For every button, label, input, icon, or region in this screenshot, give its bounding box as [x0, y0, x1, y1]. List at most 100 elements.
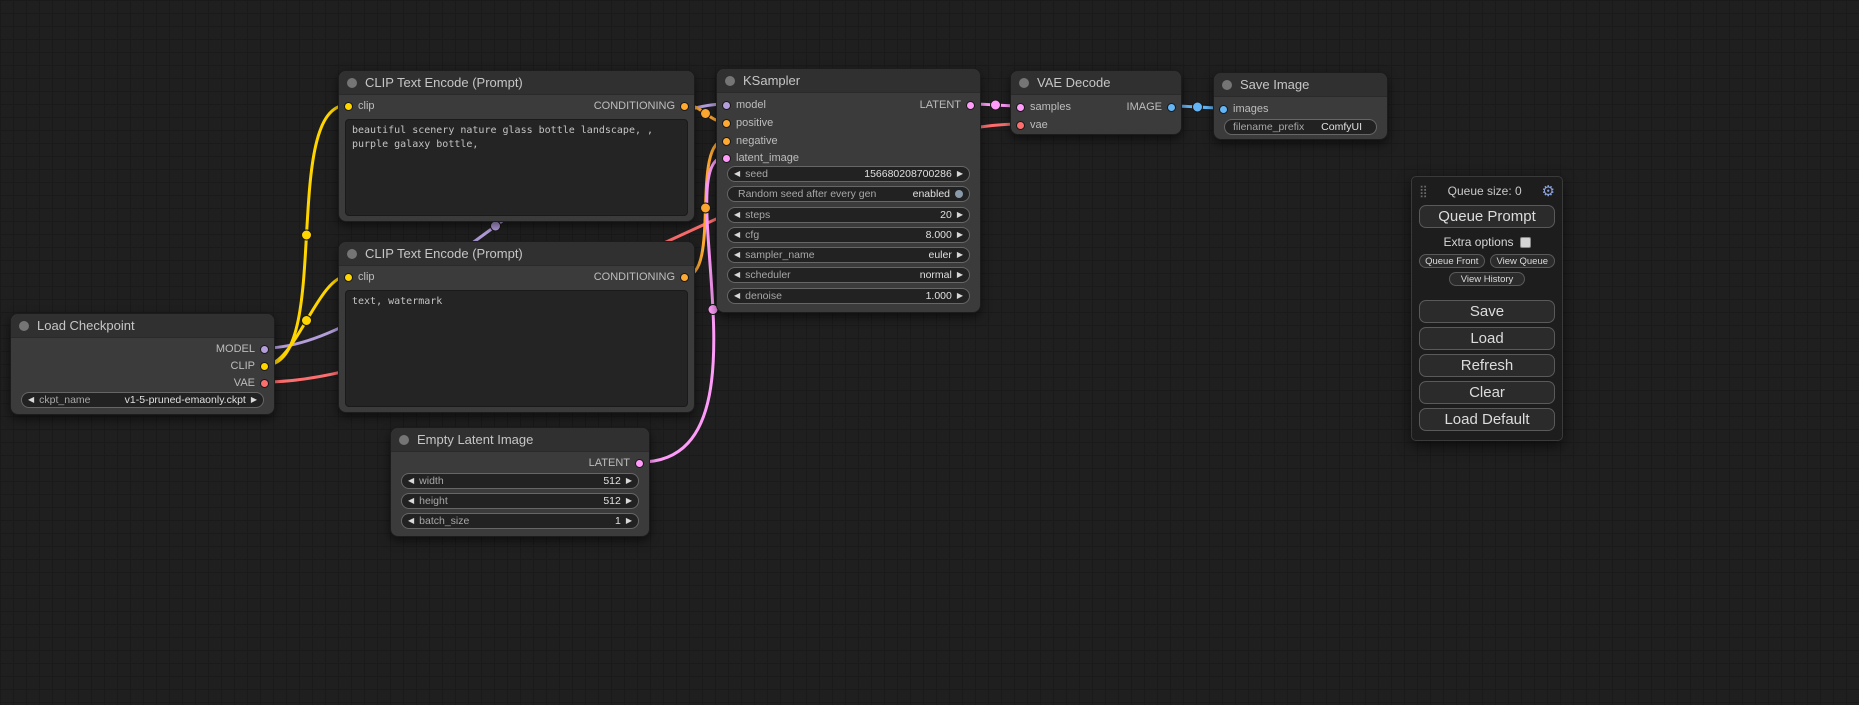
- prompt-textarea[interactable]: text, watermark: [345, 290, 688, 407]
- view-queue-button[interactable]: View Queue: [1490, 254, 1556, 268]
- denoise-widget[interactable]: ◀ denoise 1.000 ▶: [727, 288, 970, 304]
- decrement-arrow-icon[interactable]: ◀: [734, 251, 740, 259]
- node-titlebar[interactable]: VAE Decode: [1011, 71, 1181, 95]
- node-titlebar[interactable]: Save Image: [1214, 73, 1387, 97]
- collapse-dot-icon[interactable]: [347, 78, 357, 88]
- collapse-dot-icon[interactable]: [1019, 78, 1029, 88]
- sampler-name-widget[interactable]: ◀ sampler_name euler ▶: [727, 247, 970, 263]
- widget-value: normal: [920, 269, 952, 281]
- samples-input-dot[interactable]: [1016, 103, 1025, 112]
- collapse-dot-icon[interactable]: [399, 435, 409, 445]
- decrement-arrow-icon[interactable]: ◀: [734, 170, 740, 178]
- collapse-dot-icon[interactable]: [19, 321, 29, 331]
- load-default-button[interactable]: Load Default: [1419, 408, 1555, 431]
- widget-value: 20: [940, 209, 952, 221]
- widget-name: batch_size: [419, 515, 469, 527]
- model-input-dot[interactable]: [722, 101, 731, 110]
- refresh-button[interactable]: Refresh: [1419, 354, 1555, 377]
- latent-output-dot[interactable]: [635, 459, 644, 468]
- decrement-arrow-icon[interactable]: ◀: [408, 477, 414, 485]
- prompt-textarea[interactable]: beautiful scenery nature glass bottle la…: [345, 119, 688, 216]
- node-titlebar[interactable]: Empty Latent Image: [391, 428, 649, 452]
- slot-label: clip: [358, 271, 375, 283]
- clear-button[interactable]: Clear: [1419, 381, 1555, 404]
- conditioning-output-dot[interactable]: [680, 102, 689, 111]
- node-titlebar[interactable]: CLIP Text Encode (Prompt): [339, 71, 694, 95]
- scheduler-widget[interactable]: ◀ scheduler normal ▶: [727, 267, 970, 283]
- increment-arrow-icon[interactable]: ▶: [251, 396, 257, 404]
- drag-handle-icon[interactable]: ⣿: [1419, 184, 1428, 198]
- extra-options-checkbox[interactable]: [1520, 237, 1531, 248]
- conditioning-output-dot[interactable]: [680, 273, 689, 282]
- comfyui-canvas[interactable]: { "menu": { "queue_size": "Queue size: 0…: [0, 0, 1859, 705]
- clip-input-dot[interactable]: [344, 102, 353, 111]
- images-input-dot[interactable]: [1219, 105, 1228, 114]
- collapse-dot-icon[interactable]: [347, 249, 357, 259]
- widget-value: 512: [603, 475, 621, 487]
- node-title: Save Image: [1240, 77, 1309, 92]
- decrement-arrow-icon[interactable]: ◀: [734, 211, 740, 219]
- image-output-dot[interactable]: [1167, 103, 1176, 112]
- node-clip-text-encode-positive[interactable]: CLIP Text Encode (Prompt) clip CONDITION…: [338, 70, 695, 222]
- decrement-arrow-icon[interactable]: ◀: [734, 271, 740, 279]
- widget-name: seed: [745, 168, 768, 180]
- slot-label: negative: [736, 135, 778, 147]
- filename-prefix-widget[interactable]: filename_prefix ComfyUI: [1224, 119, 1377, 135]
- view-history-button[interactable]: View History: [1449, 272, 1525, 286]
- slot-label: samples: [1030, 101, 1071, 113]
- node-titlebar[interactable]: KSampler: [717, 69, 980, 93]
- decrement-arrow-icon[interactable]: ◀: [408, 517, 414, 525]
- node-vae-decode[interactable]: VAE Decode samples vae IMAGE: [1010, 70, 1182, 135]
- clip-slot-dot[interactable]: [260, 362, 269, 371]
- ckpt-name-widget[interactable]: ◀ ckpt_name v1-5-pruned-emaonly.ckpt ▶: [21, 392, 264, 408]
- settings-gear-icon[interactable]: ⚙: [1542, 182, 1555, 200]
- batch-size-widget[interactable]: ◀ batch_size 1 ▶: [401, 513, 639, 529]
- increment-arrow-icon[interactable]: ▶: [957, 292, 963, 300]
- node-clip-text-encode-negative[interactable]: CLIP Text Encode (Prompt) clip CONDITION…: [338, 241, 695, 413]
- width-widget[interactable]: ◀ width 512 ▶: [401, 473, 639, 489]
- increment-arrow-icon[interactable]: ▶: [957, 211, 963, 219]
- random-seed-toggle-widget[interactable]: Random seed after every gen enabled: [727, 186, 970, 202]
- load-button[interactable]: Load: [1419, 327, 1555, 350]
- positive-input-dot[interactable]: [722, 119, 731, 128]
- toggle-enabled-dot[interactable]: [955, 190, 963, 198]
- latent-output-dot[interactable]: [966, 101, 975, 110]
- clip-input-dot[interactable]: [344, 273, 353, 282]
- queue-front-button[interactable]: Queue Front: [1419, 254, 1485, 268]
- height-widget[interactable]: ◀ height 512 ▶: [401, 493, 639, 509]
- vae-slot-dot[interactable]: [260, 379, 269, 388]
- vae-input-dot[interactable]: [1016, 121, 1025, 130]
- increment-arrow-icon[interactable]: ▶: [957, 271, 963, 279]
- increment-arrow-icon[interactable]: ▶: [626, 517, 632, 525]
- steps-widget[interactable]: ◀ steps 20 ▶: [727, 207, 970, 223]
- negative-input-dot[interactable]: [722, 137, 731, 146]
- save-button[interactable]: Save: [1419, 300, 1555, 323]
- decrement-arrow-icon[interactable]: ◀: [28, 396, 34, 404]
- seed-widget[interactable]: ◀ seed 156680208700286 ▶: [727, 166, 970, 182]
- queue-prompt-button[interactable]: Queue Prompt: [1419, 205, 1555, 228]
- decrement-arrow-icon[interactable]: ◀: [734, 231, 740, 239]
- increment-arrow-icon[interactable]: ▶: [957, 170, 963, 178]
- output-slot-latent: LATENT: [920, 97, 980, 113]
- node-titlebar[interactable]: CLIP Text Encode (Prompt): [339, 242, 694, 266]
- collapse-dot-icon[interactable]: [1222, 80, 1232, 90]
- increment-arrow-icon[interactable]: ▶: [626, 477, 632, 485]
- increment-arrow-icon[interactable]: ▶: [957, 251, 963, 259]
- decrement-arrow-icon[interactable]: ◀: [408, 497, 414, 505]
- widget-name: ckpt_name: [39, 394, 90, 406]
- cfg-widget[interactable]: ◀ cfg 8.000 ▶: [727, 227, 970, 243]
- decrement-arrow-icon[interactable]: ◀: [734, 292, 740, 300]
- increment-arrow-icon[interactable]: ▶: [957, 231, 963, 239]
- slot-label: VAE: [234, 377, 255, 389]
- collapse-dot-icon[interactable]: [725, 76, 735, 86]
- model-slot-dot[interactable]: [260, 345, 269, 354]
- latent-image-input-dot[interactable]: [722, 154, 731, 163]
- node-save-image[interactable]: Save Image images filename_prefix ComfyU…: [1213, 72, 1388, 140]
- node-titlebar[interactable]: Load Checkpoint: [11, 314, 274, 338]
- node-empty-latent-image[interactable]: Empty Latent Image LATENT ◀ width 512 ▶ …: [390, 427, 650, 537]
- node-ksampler[interactable]: KSampler model positive negative latent_…: [716, 68, 981, 313]
- increment-arrow-icon[interactable]: ▶: [626, 497, 632, 505]
- input-slot-negative: negative: [717, 133, 778, 149]
- node-load-checkpoint[interactable]: Load Checkpoint MODEL CLIP VAE ◀ ckpt_na…: [10, 313, 275, 415]
- input-slot-clip: clip: [339, 98, 375, 114]
